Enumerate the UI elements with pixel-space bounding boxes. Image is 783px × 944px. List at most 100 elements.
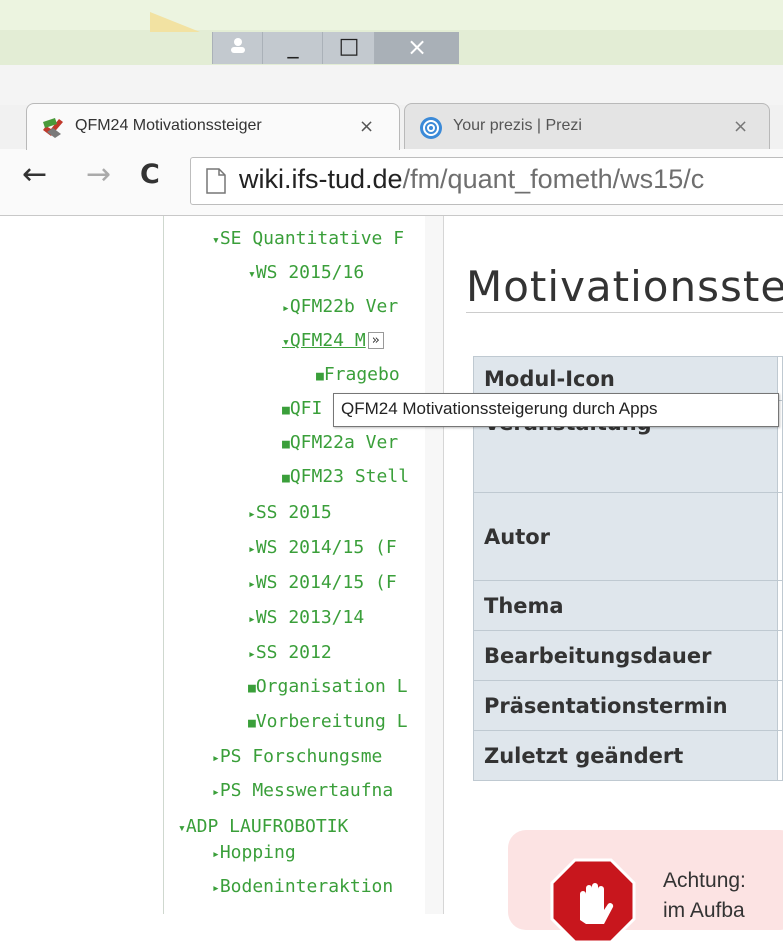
tree-item-bodeninteraktion[interactable]: ▸Bodeninteraktion <box>212 876 393 897</box>
expand-arrow-icon: ▸ <box>248 542 256 557</box>
leaf-square-icon: ■ <box>248 681 256 696</box>
tab-label: Your prezis | Prezi <box>453 117 582 134</box>
warning-notice: Achtung: im Aufba <box>508 830 783 944</box>
tree-item-ss-2012[interactable]: ▸SS 2012 <box>248 642 332 663</box>
tree-item-label: SE Quantitative F <box>219 228 405 249</box>
expand-arrow-icon: ▸ <box>248 612 256 627</box>
row-header-bearbeitungsdauer: Bearbeitungsdauer <box>473 630 778 681</box>
expand-arrow-icon: ▸ <box>248 647 256 662</box>
table-cell <box>777 492 783 581</box>
leaf-square-icon: ■ <box>316 369 324 384</box>
tree-item-ws-2014-15-b[interactable]: ▸WS 2014/15 (F <box>248 572 397 593</box>
tab-close-icon[interactable]: × <box>359 116 374 137</box>
tree-item-se-quantitative[interactable]: ▾SE Quantitative F <box>212 228 404 249</box>
row-header-thema: Thema <box>473 580 778 631</box>
close-window-button[interactable]: × <box>374 32 459 64</box>
tab-qfm24[interactable]: QFM24 Motivationssteiger × <box>26 103 400 150</box>
tree-item-label: WS 2014/15 (F <box>255 537 397 558</box>
tab-prezi[interactable]: Your prezis | Prezi × <box>404 103 770 150</box>
tree-item-label: Fragebo <box>323 364 400 385</box>
url-text: wiki.ifs-tud.de/fm/quant_fometh/ws15/c <box>239 164 704 195</box>
table-cell <box>777 730 783 781</box>
tree-item-label: SS 2015 <box>255 502 332 523</box>
tooltip: QFM24 Motivationssteigerung durch Apps <box>333 393 779 427</box>
minimize-button[interactable]: _ <box>262 32 323 64</box>
tree-item-adp-laufrobotik[interactable]: ▾ADP LAUFROBOTIK <box>178 816 348 837</box>
table-row: Bearbeitungsdauer <box>473 630 783 681</box>
folder-icon <box>150 12 200 32</box>
navigation-tree: ▾SE Quantitative F ▾WS 2015/16 ▸QFM22b V… <box>163 216 427 914</box>
tree-item-label: Organisation L <box>255 676 408 697</box>
expand-arrow-icon: ▸ <box>212 881 220 896</box>
table-row: Thema <box>473 580 783 631</box>
tooltip-text: QFM24 Motivationssteigerung durch Apps <box>341 399 658 418</box>
tree-item-organisation[interactable]: ■Organisation L <box>248 676 408 697</box>
tree-item-ps-forschungsmethoden[interactable]: ▸PS Forschungsme <box>212 746 382 767</box>
url-host: wiki.ifs-tud.de <box>239 164 403 194</box>
minimize-icon: _ <box>287 34 299 59</box>
title-divider <box>466 312 783 313</box>
tree-item-label: Hopping <box>219 842 296 863</box>
tree-item-label: QFM23 Stell <box>289 466 410 487</box>
warning-line: im Aufba <box>663 899 745 922</box>
leaf-square-icon: ■ <box>282 437 290 452</box>
tab-label: QFM24 Motivationssteiger <box>75 117 262 134</box>
tree-item-fragebogen[interactable]: ■Fragebo <box>316 364 400 385</box>
tree-item-hopping[interactable]: ▸Hopping <box>212 842 296 863</box>
tree-item-vorbereitung[interactable]: ■Vorbereitung L <box>248 711 408 732</box>
expand-arrow-icon: ▸ <box>212 847 220 862</box>
tree-item-ss-2015[interactable]: ▸SS 2015 <box>248 502 332 523</box>
table-cell <box>777 580 783 631</box>
tree-item-qfm22b[interactable]: ▸QFM22b Ver <box>282 296 398 317</box>
row-header-zuletzt-geaendert: Zuletzt geändert <box>473 730 778 781</box>
expand-arrow-icon: ▸ <box>282 301 290 316</box>
tree-item-ws-2014-15-a[interactable]: ▸WS 2014/15 (F <box>248 537 397 558</box>
tab-close-icon[interactable]: × <box>733 116 748 137</box>
row-header-praesentationstermin: Präsentationstermin <box>473 680 778 731</box>
url-path: /fm/quant_fometh/ws15/c <box>402 164 705 194</box>
wiki-favicon-icon <box>43 118 63 138</box>
expand-chevron-icon[interactable]: » <box>367 332 384 349</box>
tree-item-label: ADP LAUFROBOTIK <box>185 816 349 837</box>
tree-item-label: WS 2015/16 <box>255 262 365 283</box>
close-icon: × <box>406 33 428 61</box>
tree-item-ps-messwertaufnahme[interactable]: ▸PS Messwertaufna <box>212 780 393 801</box>
expand-arrow-icon: ▸ <box>248 577 256 592</box>
tree-item-label: QFM22b Ver <box>289 296 399 317</box>
address-bar[interactable]: wiki.ifs-tud.de/fm/quant_fometh/ws15/c <box>190 157 783 205</box>
tree-item-ws-2015-16[interactable]: ▾WS 2015/16 <box>248 262 364 283</box>
table-row: Zuletzt geändert <box>473 730 783 781</box>
tree-item-label: WS 2014/15 (F <box>255 572 397 593</box>
tree-item-qfm23[interactable]: ■QFM23 Stell <box>282 466 409 487</box>
sidebar-scroll-divider[interactable] <box>425 216 444 914</box>
tree-item-label: PS Messwertaufna <box>219 780 394 801</box>
expand-arrow-icon: ▸ <box>212 785 220 800</box>
tree-item-label: PS Forschungsme <box>219 746 383 767</box>
maximize-button[interactable]: □ <box>322 32 375 64</box>
table-row: Autor <box>473 492 783 581</box>
warning-text: Achtung: im Aufba <box>663 866 746 926</box>
browser-toolbar: ← → C wiki.ifs-tud.de/fm/quant_fometh/ws… <box>0 149 783 216</box>
tab-strip: QFM24 Motivationssteiger × Your prezis |… <box>0 103 783 151</box>
tree-item-qfi[interactable]: ■QFI <box>282 398 322 419</box>
reload-button[interactable]: C <box>140 159 160 190</box>
user-profile-button[interactable] <box>212 32 263 64</box>
tree-item-label: SS 2012 <box>255 642 332 663</box>
leaf-square-icon: ■ <box>248 716 256 731</box>
tree-item-label: Vorbereitung L <box>255 711 408 732</box>
prezi-favicon-icon <box>420 117 442 139</box>
left-gutter <box>0 216 163 914</box>
collapse-arrow-icon: ▾ <box>248 267 256 282</box>
tree-item-ws-2013-14[interactable]: ▸WS 2013/14 <box>248 607 364 628</box>
tree-item-qfm22a[interactable]: ■QFM22a Ver <box>282 432 398 453</box>
table-cell <box>777 630 783 681</box>
tree-item-label: QFM22a Ver <box>289 432 399 453</box>
forward-button[interactable]: → <box>86 157 111 192</box>
page-icon <box>206 168 226 194</box>
tree-item-qfm24[interactable]: ▾QFM24 M» <box>282 330 384 351</box>
table-row: Präsentationstermin <box>473 680 783 731</box>
back-button[interactable]: ← <box>22 157 47 192</box>
row-header-autor: Autor <box>473 492 778 581</box>
expand-arrow-icon: ▸ <box>212 751 220 766</box>
collapse-arrow-icon: ▾ <box>212 233 220 248</box>
